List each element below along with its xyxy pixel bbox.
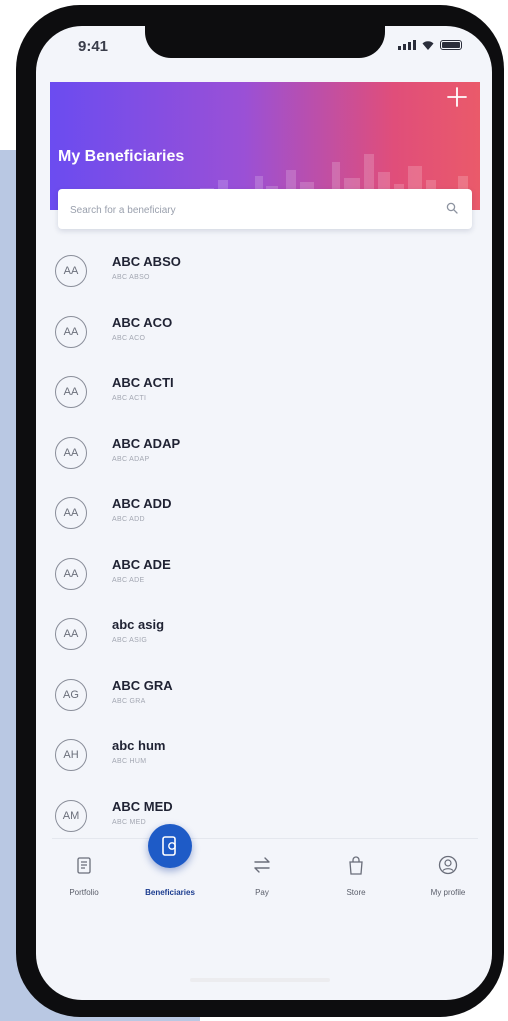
tab-store[interactable]: Store (316, 839, 396, 909)
avatar: AA (55, 255, 87, 287)
transfer-arrows-icon (254, 857, 270, 873)
list-item[interactable]: AH abc hum ABC HUM (52, 722, 472, 783)
status-icons (398, 40, 462, 50)
beneficiary-name: ABC ACO (112, 314, 173, 330)
add-beneficiary-button[interactable] (446, 86, 468, 108)
beneficiary-name: abc hum (112, 738, 166, 753)
beneficiary-name: abc asig (112, 617, 165, 632)
beneficiary-subtitle: ABC ACTI (112, 395, 147, 402)
beneficiary-name: ABC MED (112, 798, 173, 814)
avatar: AG (55, 678, 87, 711)
tab-pay[interactable]: Pay (222, 839, 302, 909)
list-item[interactable]: AA ABC ADAP ABC ADAP (52, 420, 472, 481)
beneficiary-name: ABC GRA (112, 677, 173, 693)
beneficiary-subtitle: ABC MED (112, 818, 146, 826)
beneficiary-list: AA ABC ABSO ABC ABSO AA ABC ACO ABC ACO … (52, 238, 472, 843)
list-item[interactable]: AA ABC ABSO ABC ABSO (52, 238, 472, 299)
tab-my-profile[interactable]: My profile (408, 839, 488, 909)
tab-label: My profile (430, 888, 466, 897)
phone-notch (145, 26, 385, 58)
avatar: AA (55, 436, 87, 469)
beneficiary-name: ABC ACTI (112, 375, 174, 390)
beneficiary-subtitle: ABC ASIG (112, 637, 148, 644)
beneficiary-name: ABC ADD (112, 496, 172, 511)
tab-label: Store (346, 888, 366, 897)
beneficiary-subtitle: ABC ACO (112, 334, 146, 342)
search-box (58, 189, 472, 229)
beneficiaries-active-button[interactable] (148, 824, 192, 868)
avatar: AM (55, 799, 87, 832)
beneficiary-subtitle: ABC ADD (112, 516, 145, 523)
portfolio-icon (77, 857, 91, 874)
beneficiary-subtitle: ABC ADAP (112, 455, 150, 463)
list-item[interactable]: AA ABC ACO ABC ACO (52, 299, 472, 360)
shopping-bag-icon (349, 856, 363, 875)
profile-icon (438, 855, 458, 875)
beneficiary-name: ABC ABSO (112, 254, 181, 269)
avatar: AA (55, 315, 87, 348)
list-item[interactable]: AA abc asig ABC ASIG (52, 601, 472, 662)
beneficiary-subtitle: ABC HUM (112, 758, 147, 765)
avatar: AA (55, 557, 87, 590)
beneficiary-name: ABC ADE (112, 556, 171, 572)
list-item[interactable]: AA ABC ACTI ABC ACTI (52, 359, 472, 420)
status-time: 9:41 (78, 38, 109, 55)
avatar: AA (55, 497, 87, 529)
tab-label: Pay (255, 888, 269, 897)
avatar: AH (55, 739, 87, 771)
beneficiary-name: ABC ADAP (112, 435, 181, 451)
beneficiary-subtitle: ABC ABSO (112, 274, 150, 281)
list-item[interactable]: AM ABC MED ABC MED (52, 783, 472, 844)
signal-icon (398, 40, 416, 50)
search-input[interactable] (68, 199, 432, 221)
bottom-tab-bar: Portfolio Beneficiaries Pay Store My pro… (52, 838, 478, 911)
avatar: AA (55, 618, 87, 650)
tab-label: Portfolio (69, 888, 99, 897)
beneficiaries-icon (162, 836, 176, 856)
beneficiary-subtitle: ABC ADE (112, 576, 145, 584)
list-item[interactable]: AG ABC GRA ABC GRA (52, 662, 472, 723)
tab-label: Beneficiaries (145, 888, 195, 897)
page-title: My Beneficiaries (58, 148, 185, 165)
tab-portfolio[interactable]: Portfolio (44, 839, 124, 909)
search-icon[interactable] (446, 202, 458, 214)
beneficiary-subtitle: ABC GRA (112, 697, 146, 705)
list-item[interactable]: AA ABC ADD ABC ADD (52, 480, 472, 541)
wifi-icon (422, 40, 434, 50)
battery-icon (440, 40, 462, 50)
avatar: AA (55, 376, 87, 408)
list-item[interactable]: AA ABC ADE ABC ADE (52, 541, 472, 602)
home-indicator (190, 978, 330, 982)
